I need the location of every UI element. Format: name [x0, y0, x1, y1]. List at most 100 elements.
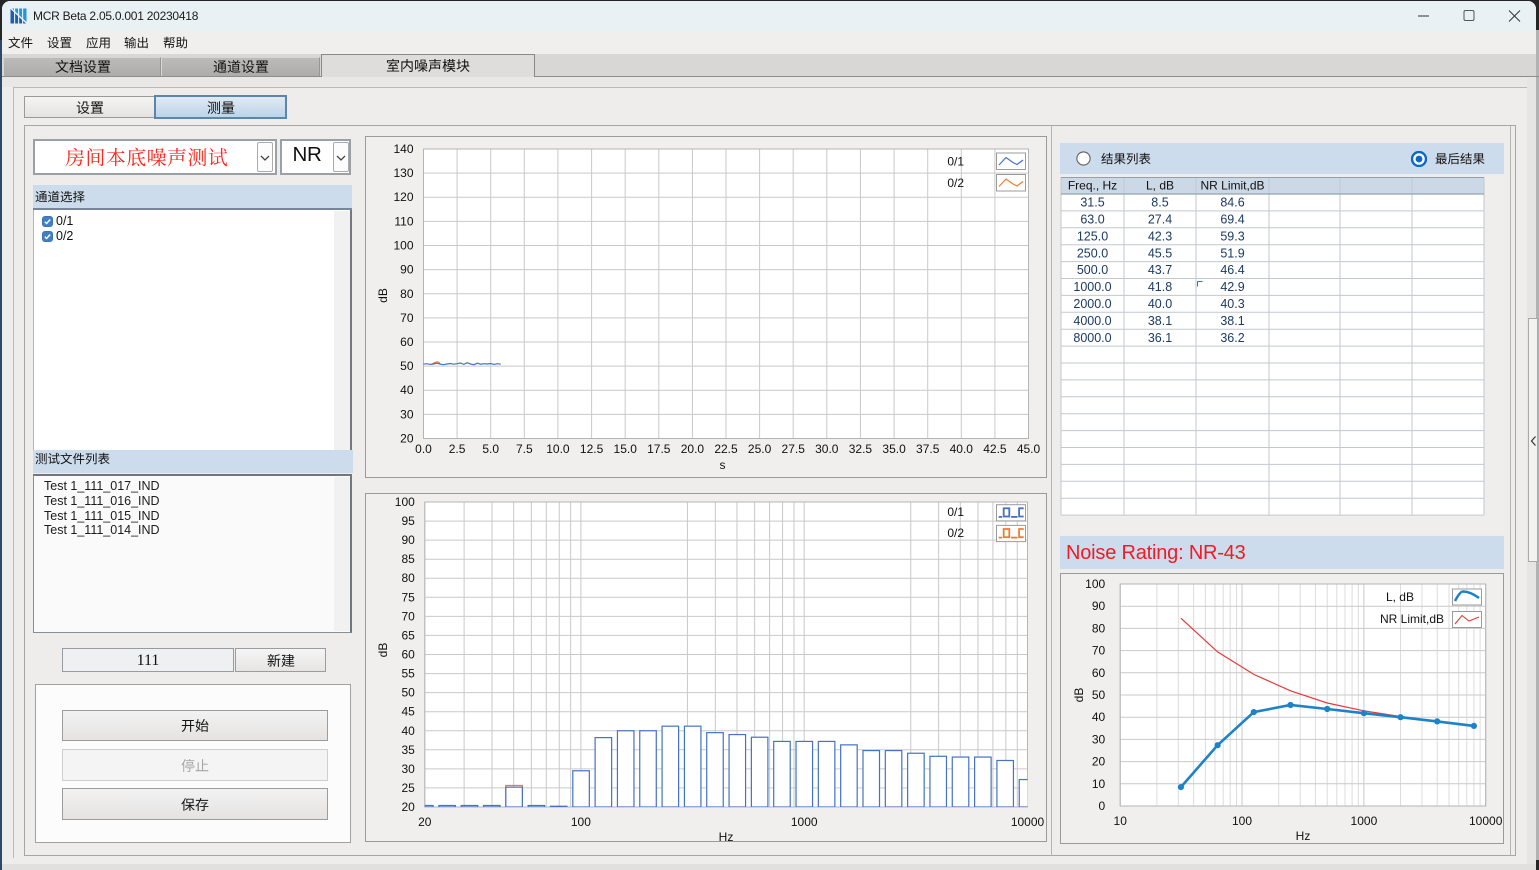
svg-text:120: 120 — [393, 190, 413, 204]
svg-text:0: 0 — [1099, 799, 1106, 813]
svg-text:63.0: 63.0 — [1080, 213, 1104, 227]
svg-text:dB: dB — [376, 288, 390, 303]
svg-text:35.0: 35.0 — [882, 442, 906, 456]
svg-text:140: 140 — [393, 142, 413, 156]
svg-text:60: 60 — [400, 335, 414, 349]
svg-text:65: 65 — [401, 628, 415, 642]
svg-text:10.0: 10.0 — [546, 442, 570, 456]
svg-text:36.1: 36.1 — [1148, 331, 1172, 345]
svg-text:130: 130 — [393, 166, 413, 180]
svg-text:60: 60 — [401, 648, 415, 662]
svg-text:12.5: 12.5 — [579, 442, 603, 456]
svg-text:80: 80 — [1092, 621, 1106, 635]
svg-text:37.5: 37.5 — [916, 442, 940, 456]
svg-text:80: 80 — [400, 287, 414, 301]
svg-text:40: 40 — [400, 383, 414, 397]
svg-text:60: 60 — [1092, 666, 1106, 680]
svg-text:110: 110 — [394, 214, 413, 228]
svg-text:100: 100 — [1085, 577, 1105, 591]
svg-text:8.5: 8.5 — [1151, 196, 1168, 210]
svg-text:10000: 10000 — [1469, 814, 1503, 828]
svg-text:0/1: 0/1 — [947, 505, 964, 519]
svg-text:0.0: 0.0 — [415, 442, 432, 456]
svg-text:95: 95 — [401, 514, 415, 528]
svg-text:36.2: 36.2 — [1220, 331, 1244, 345]
svg-text:70: 70 — [401, 609, 415, 623]
svg-text:85: 85 — [401, 552, 415, 566]
svg-text:20: 20 — [400, 432, 414, 446]
svg-text:90: 90 — [400, 263, 414, 277]
svg-text:90: 90 — [401, 533, 415, 547]
svg-text:38.1: 38.1 — [1220, 314, 1244, 328]
svg-text:80: 80 — [401, 571, 415, 585]
svg-text:25: 25 — [401, 781, 415, 795]
svg-text:41.8: 41.8 — [1148, 280, 1172, 294]
svg-text:250.0: 250.0 — [1077, 246, 1108, 260]
svg-text:30: 30 — [401, 762, 415, 776]
svg-text:42.9: 42.9 — [1220, 280, 1244, 294]
svg-text:5.0: 5.0 — [482, 442, 499, 456]
svg-text:17.5: 17.5 — [647, 442, 671, 456]
svg-text:46.4: 46.4 — [1220, 263, 1244, 277]
svg-text:31.5: 31.5 — [1080, 196, 1104, 210]
svg-text:50: 50 — [400, 359, 414, 373]
svg-text:40.0: 40.0 — [1148, 297, 1172, 311]
svg-text:30: 30 — [400, 407, 414, 421]
svg-text:NR Limit,dB: NR Limit,dB — [1380, 612, 1444, 626]
svg-text:20: 20 — [401, 800, 415, 814]
svg-text:20: 20 — [418, 815, 432, 829]
svg-text:Hz: Hz — [718, 830, 733, 842]
svg-text:38.1: 38.1 — [1148, 314, 1172, 328]
svg-text:0/2: 0/2 — [947, 176, 964, 190]
svg-text:100: 100 — [393, 239, 413, 253]
svg-text:125.0: 125.0 — [1077, 229, 1108, 243]
svg-text:27.5: 27.5 — [781, 442, 805, 456]
svg-text:L, dB: L, dB — [1386, 590, 1414, 604]
svg-text:40.3: 40.3 — [1220, 297, 1244, 311]
svg-text:20.0: 20.0 — [680, 442, 704, 456]
svg-text:51.9: 51.9 — [1220, 246, 1244, 260]
svg-text:27.4: 27.4 — [1148, 213, 1172, 227]
svg-text:59.3: 59.3 — [1220, 229, 1244, 243]
svg-text:15.0: 15.0 — [613, 442, 637, 456]
svg-text:43.7: 43.7 — [1148, 263, 1172, 277]
svg-text:70: 70 — [400, 311, 414, 325]
svg-text:32.5: 32.5 — [848, 442, 872, 456]
svg-text:1000: 1000 — [1351, 814, 1378, 828]
svg-text:dB: dB — [376, 643, 390, 658]
svg-text:40: 40 — [1092, 710, 1106, 724]
svg-text:40: 40 — [401, 724, 415, 738]
svg-text:2000.0: 2000.0 — [1073, 297, 1111, 311]
svg-text:50: 50 — [401, 686, 415, 700]
svg-text:30: 30 — [1092, 732, 1106, 746]
svg-text:100: 100 — [394, 495, 414, 509]
svg-text:2.5: 2.5 — [448, 442, 465, 456]
svg-text:1000.0: 1000.0 — [1073, 280, 1111, 294]
svg-text:1000: 1000 — [790, 815, 817, 829]
svg-text:Hz: Hz — [1296, 829, 1311, 843]
svg-text:NR Limit,dB: NR Limit,dB — [1200, 179, 1264, 193]
svg-text:L, dB: L, dB — [1146, 179, 1174, 193]
svg-text:22.5: 22.5 — [714, 442, 738, 456]
svg-text:70: 70 — [1092, 644, 1106, 658]
svg-text:45.5: 45.5 — [1148, 246, 1172, 260]
svg-text:40.0: 40.0 — [949, 442, 973, 456]
svg-text:20: 20 — [1092, 755, 1106, 769]
svg-text:dB: dB — [1072, 688, 1086, 703]
svg-text:4000.0: 4000.0 — [1073, 314, 1111, 328]
svg-text:50: 50 — [1092, 688, 1106, 702]
svg-text:Freq., Hz: Freq., Hz — [1068, 179, 1117, 193]
svg-text:100: 100 — [1232, 814, 1252, 828]
svg-text:500.0: 500.0 — [1077, 263, 1108, 277]
svg-text:55: 55 — [401, 667, 415, 681]
svg-text:69.4: 69.4 — [1220, 213, 1244, 227]
svg-text:100: 100 — [570, 815, 590, 829]
svg-text:25.0: 25.0 — [747, 442, 771, 456]
svg-text:35: 35 — [401, 743, 415, 757]
svg-text:45: 45 — [401, 705, 415, 719]
svg-text:8000.0: 8000.0 — [1073, 331, 1111, 345]
svg-text:84.6: 84.6 — [1220, 196, 1244, 210]
svg-text:42.5: 42.5 — [983, 442, 1007, 456]
svg-text:7.5: 7.5 — [515, 442, 532, 456]
svg-text:10: 10 — [1092, 777, 1106, 791]
